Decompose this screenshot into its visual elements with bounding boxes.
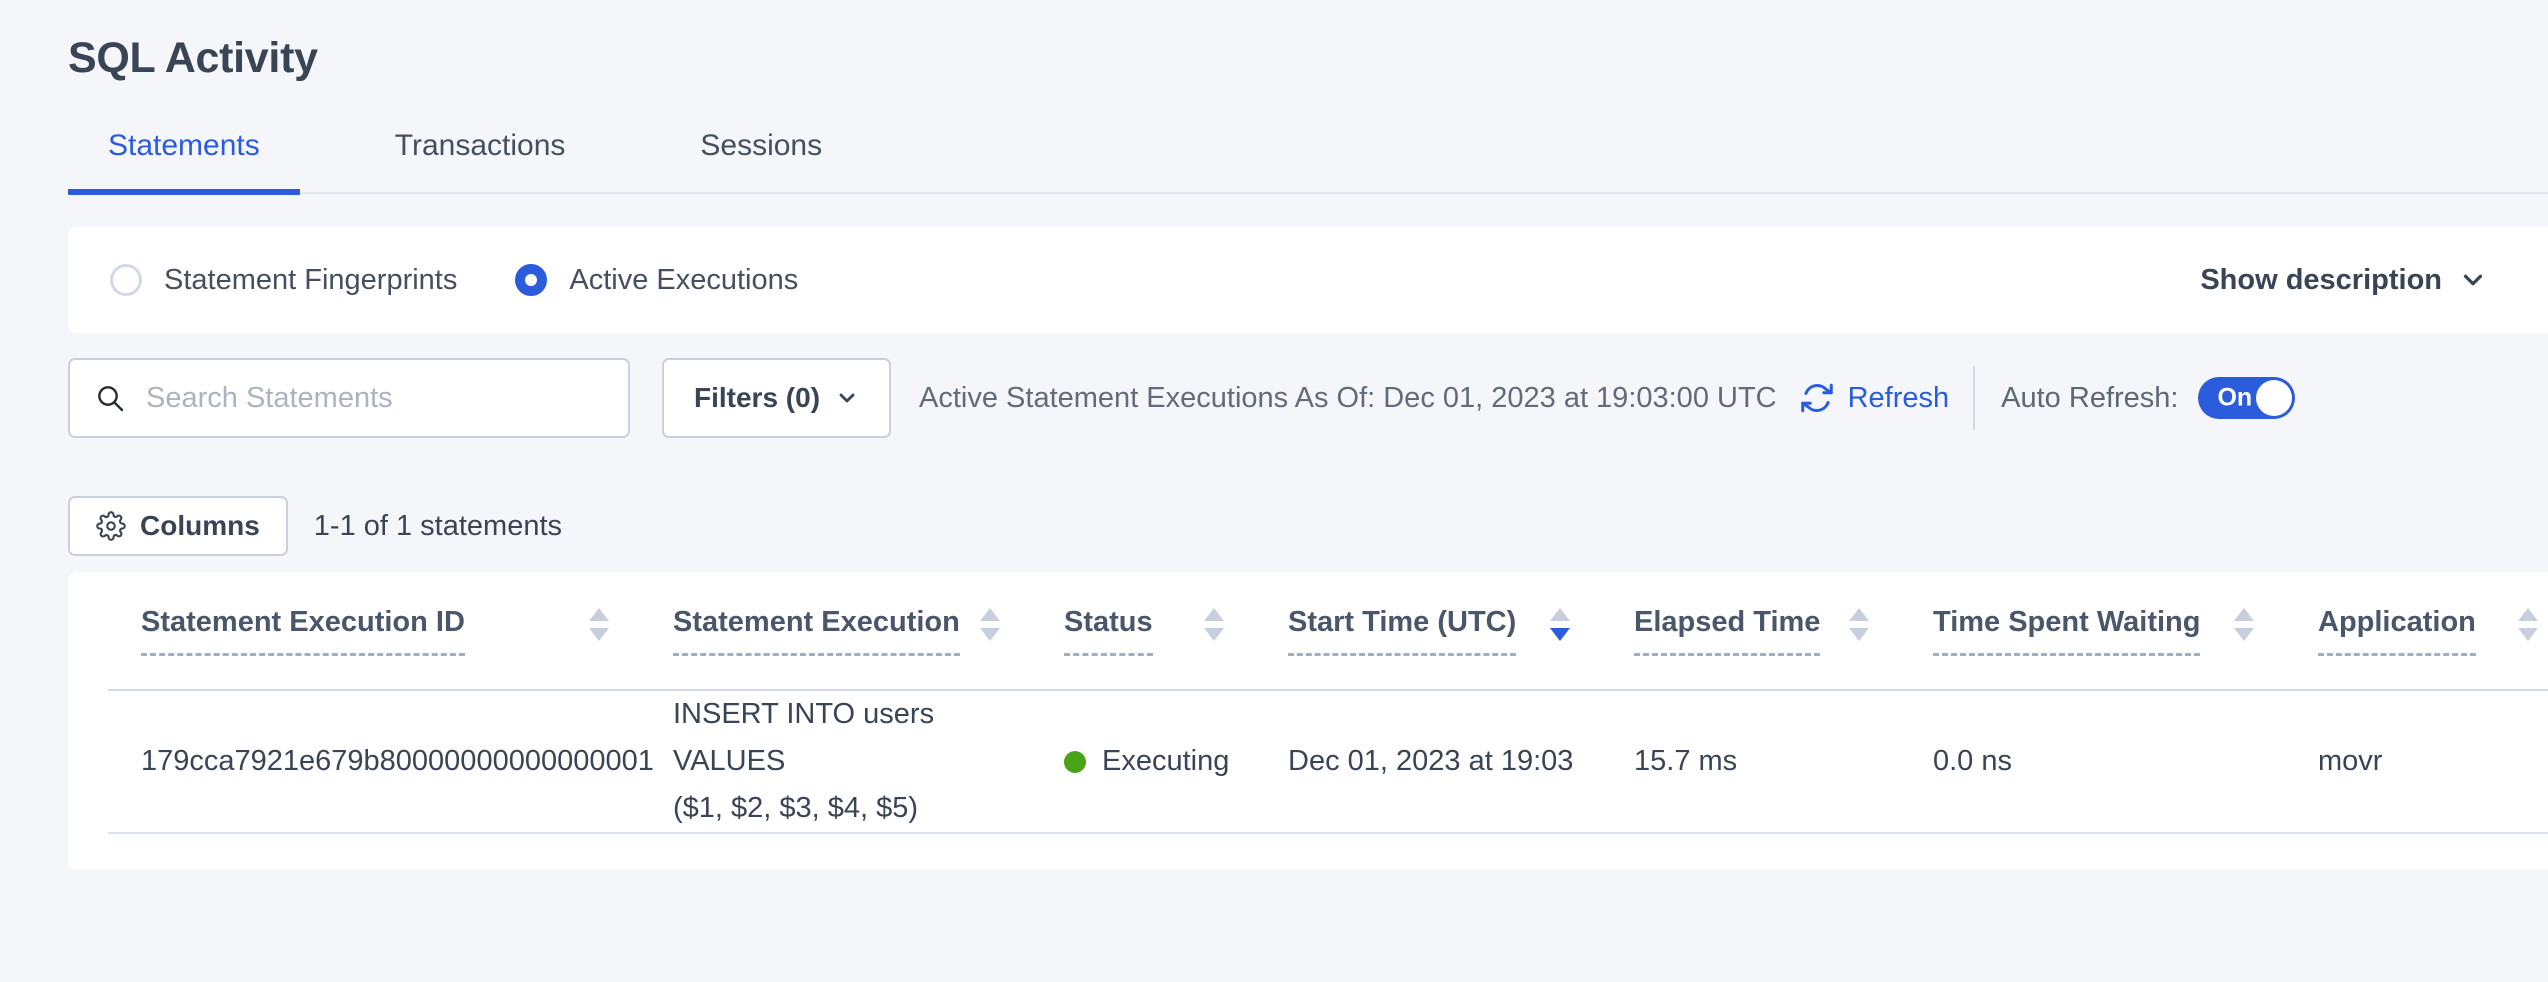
sort-up-icon xyxy=(980,608,1000,621)
toolbar: Filters (0) Active Statement Executions … xyxy=(68,358,2548,438)
tab-sessions[interactable]: Sessions xyxy=(660,129,862,195)
radio-statement-fingerprints[interactable]: Statement Fingerprints xyxy=(110,264,457,297)
sort-up-icon xyxy=(1550,608,1570,621)
column-header-label: Start Time (UTC) xyxy=(1288,606,1516,656)
sort-up-icon xyxy=(2518,608,2538,621)
column-header-label: Time Spent Waiting xyxy=(1933,606,2200,656)
cell-time-spent-waiting: 0.0 ns xyxy=(1933,745,2318,778)
tab-bar: Statements Transactions Sessions xyxy=(68,129,2548,194)
column-header[interactable]: Time Spent Waiting xyxy=(1933,606,2318,656)
radio-label: Statement Fingerprints xyxy=(164,264,457,297)
sort-up-icon xyxy=(1849,608,1869,621)
cell-statement: INSERT INTO users VALUES ($1, $2, $3, $4… xyxy=(673,691,1064,832)
radio-label: Active Executions xyxy=(569,264,798,297)
show-description-label: Show description xyxy=(2200,264,2442,297)
toolbar-divider xyxy=(1973,366,1975,430)
radio-selected-icon[interactable] xyxy=(515,264,547,296)
column-header[interactable]: Start Time (UTC) xyxy=(1288,606,1634,656)
sort-icon[interactable] xyxy=(1849,608,1869,653)
table-header-row: Statement Execution ID Statement Executi… xyxy=(68,572,2548,689)
auto-refresh-label: Auto Refresh: xyxy=(2001,382,2178,415)
sort-down-icon xyxy=(589,628,609,641)
cell-start-time: Dec 01, 2023 at 19:03 xyxy=(1288,745,1634,778)
cell-execution-id: 179cca7921e679b80000000000000001 xyxy=(141,745,673,778)
refresh-label: Refresh xyxy=(1848,382,1950,415)
column-header[interactable]: Status xyxy=(1064,606,1288,656)
chevron-down-icon xyxy=(835,386,859,410)
table-row[interactable]: 179cca7921e679b80000000000000001 INSERT … xyxy=(68,691,2548,832)
statements-table: Statement Execution ID Statement Executi… xyxy=(68,572,2548,870)
page-title: SQL Activity xyxy=(68,34,2548,83)
column-header-label: Statement Execution ID xyxy=(141,606,465,656)
column-header[interactable]: Elapsed Time xyxy=(1634,606,1933,656)
status-label: Executing xyxy=(1102,745,1229,778)
toggle-knob[interactable] xyxy=(2256,380,2292,416)
sql-activity-page: SQL Activity Statements Transactions Ses… xyxy=(0,0,2548,870)
search-icon xyxy=(94,382,126,414)
column-header[interactable]: Statement Execution xyxy=(673,606,1064,656)
radio-unselected-icon[interactable] xyxy=(110,264,142,296)
sort-icon[interactable] xyxy=(589,608,609,653)
sort-down-icon xyxy=(2234,628,2254,641)
sort-down-icon xyxy=(1204,628,1224,641)
cell-status: Executing xyxy=(1064,745,1288,778)
sort-icon[interactable] xyxy=(1204,608,1224,653)
refresh-button[interactable]: Refresh xyxy=(1799,380,1950,416)
columns-button[interactable]: Columns xyxy=(68,496,288,556)
row-divider xyxy=(108,832,2548,834)
show-description-button[interactable]: Show description xyxy=(2200,264,2488,297)
columns-label: Columns xyxy=(140,510,260,542)
radio-active-executions[interactable]: Active Executions xyxy=(515,264,798,297)
column-header[interactable]: Statement Execution ID xyxy=(141,606,673,656)
search-input[interactable] xyxy=(146,382,604,415)
sort-up-icon xyxy=(1204,608,1224,621)
sort-down-icon xyxy=(980,628,1000,641)
filters-label: Filters (0) xyxy=(694,382,820,414)
statement-line-1: INSERT INTO users VALUES xyxy=(673,691,1016,785)
column-header-label: Status xyxy=(1064,606,1153,656)
as-of-timestamp: Active Statement Executions As Of: Dec 0… xyxy=(919,382,1777,415)
sort-icon[interactable] xyxy=(2234,608,2254,653)
view-mode-panel: Statement Fingerprints Active Executions… xyxy=(68,227,2548,333)
column-header[interactable]: Application xyxy=(2318,606,2548,656)
search-box[interactable] xyxy=(68,358,630,438)
filters-button[interactable]: Filters (0) xyxy=(662,358,891,438)
status-executing-icon xyxy=(1064,751,1086,773)
sort-icon[interactable] xyxy=(2518,608,2538,653)
gear-icon xyxy=(96,511,126,541)
toggle-state-label: On xyxy=(2217,384,2252,413)
column-header-label: Elapsed Time xyxy=(1634,606,1820,656)
statement-line-2: ($1, $2, $3, $4, $5) xyxy=(673,785,1016,832)
sort-down-icon xyxy=(1849,628,1869,641)
column-header-label: Statement Execution xyxy=(673,606,960,656)
refresh-icon xyxy=(1799,380,1835,416)
sort-icon[interactable] xyxy=(980,608,1000,653)
sort-icon[interactable] xyxy=(1550,608,1570,653)
chevron-down-icon xyxy=(2458,265,2488,295)
sort-down-icon xyxy=(1550,628,1570,641)
table-controls: Columns 1-1 of 1 statements xyxy=(68,496,2548,556)
cell-application: movr xyxy=(2318,745,2548,778)
column-header-label: Application xyxy=(2318,606,2476,656)
sort-up-icon xyxy=(2234,608,2254,621)
auto-refresh-toggle[interactable]: On xyxy=(2198,377,2295,419)
results-count: 1-1 of 1 statements xyxy=(314,510,562,543)
tab-transactions[interactable]: Transactions xyxy=(355,129,606,195)
tab-statements[interactable]: Statements xyxy=(68,129,300,195)
sort-down-icon xyxy=(2518,628,2538,641)
cell-elapsed-time: 15.7 ms xyxy=(1634,745,1933,778)
sort-up-icon xyxy=(589,608,609,621)
